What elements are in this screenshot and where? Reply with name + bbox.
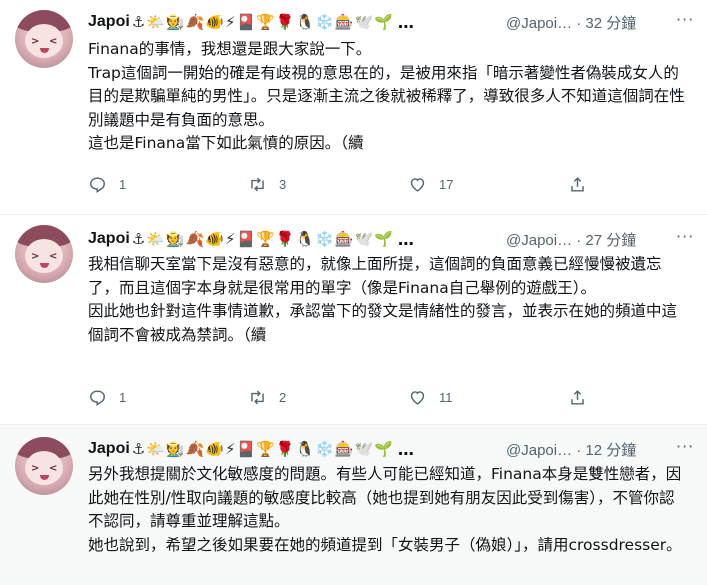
share-button[interactable] [568, 175, 587, 194]
like-count: 17 [439, 177, 454, 192]
name-ellipsis: … [397, 439, 414, 459]
name-emojis: ⚓🌤️🧑‍🌾🍂🐠⚡🎴🏆🌹🐧❄️🎰🕊️🌱 [131, 440, 394, 458]
tweet[interactable]: > < Japoi ⚓🌤️🧑‍🌾🍂🐠⚡🎴🏆🌹🐧❄️🎰🕊️🌱 … @Japoi… ·… [0, 0, 707, 215]
retweet-count: 2 [279, 390, 287, 405]
user-handle[interactable]: @Japoi… [506, 15, 572, 32]
timestamp[interactable]: · 32 分鐘 [576, 15, 636, 32]
like-count: 11 [439, 390, 453, 405]
tweet-text: 我相信聊天室當下是沒有惡意的，就像上面所提，這個詞的負面意義已經慢慢被遺忘了，而… [88, 253, 688, 347]
handle-time: @Japoi… · 27 分鐘 [506, 229, 636, 250]
tweet[interactable]: > < Japoi ⚓🌤️🧑‍🌾🍂🐠⚡🎴🏆🌹🐧❄️🎰🕊️🌱 … @Japoi… ·… [0, 425, 707, 585]
tweet-text-content: Finana的事情，我想還是跟大家說一下。 Trap這個詞一開始的確是有歧視的意… [88, 40, 685, 152]
timestamp[interactable]: · 12 分鐘 [576, 442, 636, 459]
heart-icon [410, 178, 425, 192]
like-button[interactable]: 17 [408, 175, 453, 194]
share-icon [571, 390, 584, 405]
name-ellipsis: … [397, 12, 414, 32]
tweet[interactable]: > < Japoi ⚓🌤️🧑‍🌾🍂🐠⚡🎴🏆🌹🐧❄️🎰🕊️🌱 … @Japoi… ·… [0, 215, 707, 425]
retweet-icon [251, 390, 264, 405]
tweet-text: Finana的事情，我想還是跟大家說一下。 Trap這個詞一開始的確是有歧視的意… [88, 38, 688, 156]
tweet-actions: 1 2 11 [88, 388, 608, 412]
tweet-actions: 1 3 17 [88, 175, 608, 199]
share-button[interactable] [568, 388, 587, 407]
display-name[interactable]: Japoi [88, 230, 130, 248]
tweet-text: 另外我想提關於文化敏感度的問題。有些人可能已經知道，Finana本身是雙性戀者，… [88, 463, 688, 557]
reply-button[interactable]: 1 [88, 175, 126, 194]
reply-icon [90, 390, 105, 406]
share-icon [571, 177, 584, 192]
heart-icon [410, 391, 425, 405]
user-handle[interactable]: @Japoi… [506, 232, 572, 249]
retweet-count: 3 [279, 177, 287, 192]
name-emojis: ⚓🌤️🧑‍🌾🍂🐠⚡🎴🏆🌹🐧❄️🎰🕊️🌱 [131, 13, 394, 31]
more-options-icon[interactable]: ··· [676, 437, 694, 456]
like-button[interactable]: 11 [408, 388, 453, 407]
display-name[interactable]: Japoi [88, 13, 130, 31]
timestamp[interactable]: · 27 分鐘 [576, 232, 636, 249]
name-emojis: ⚓🌤️🧑‍🌾🍂🐠⚡🎴🏆🌹🐧❄️🎰🕊️🌱 [131, 230, 394, 248]
retweet-button[interactable]: 3 [248, 175, 286, 194]
avatar[interactable]: > < [15, 225, 73, 283]
avatar[interactable]: > < [15, 437, 73, 495]
display-name[interactable]: Japoi [88, 440, 130, 458]
tweet-text-content: 我相信聊天室當下是沒有惡意的，就像上面所提，這個詞的負面意義已經慢慢被遺忘了，而… [88, 255, 678, 344]
more-options-icon[interactable]: ··· [676, 10, 694, 29]
tweet-text-content: 另外我想提關於文化敏感度的問題。有些人可能已經知道，Finana本身是雙性戀者，… [88, 465, 682, 554]
retweet-icon [251, 177, 264, 192]
reply-icon [90, 177, 105, 193]
reply-button[interactable]: 1 [88, 388, 126, 407]
handle-time: @Japoi… · 32 分鐘 [506, 12, 636, 33]
reply-count: 1 [119, 390, 127, 405]
avatar[interactable]: > < [15, 10, 73, 68]
name-ellipsis: … [397, 229, 414, 249]
more-options-icon[interactable]: ··· [676, 227, 694, 246]
user-handle[interactable]: @Japoi… [506, 442, 572, 459]
handle-time: @Japoi… · 12 分鐘 [506, 439, 636, 460]
retweet-button[interactable]: 2 [248, 388, 286, 407]
reply-count: 1 [119, 177, 127, 192]
